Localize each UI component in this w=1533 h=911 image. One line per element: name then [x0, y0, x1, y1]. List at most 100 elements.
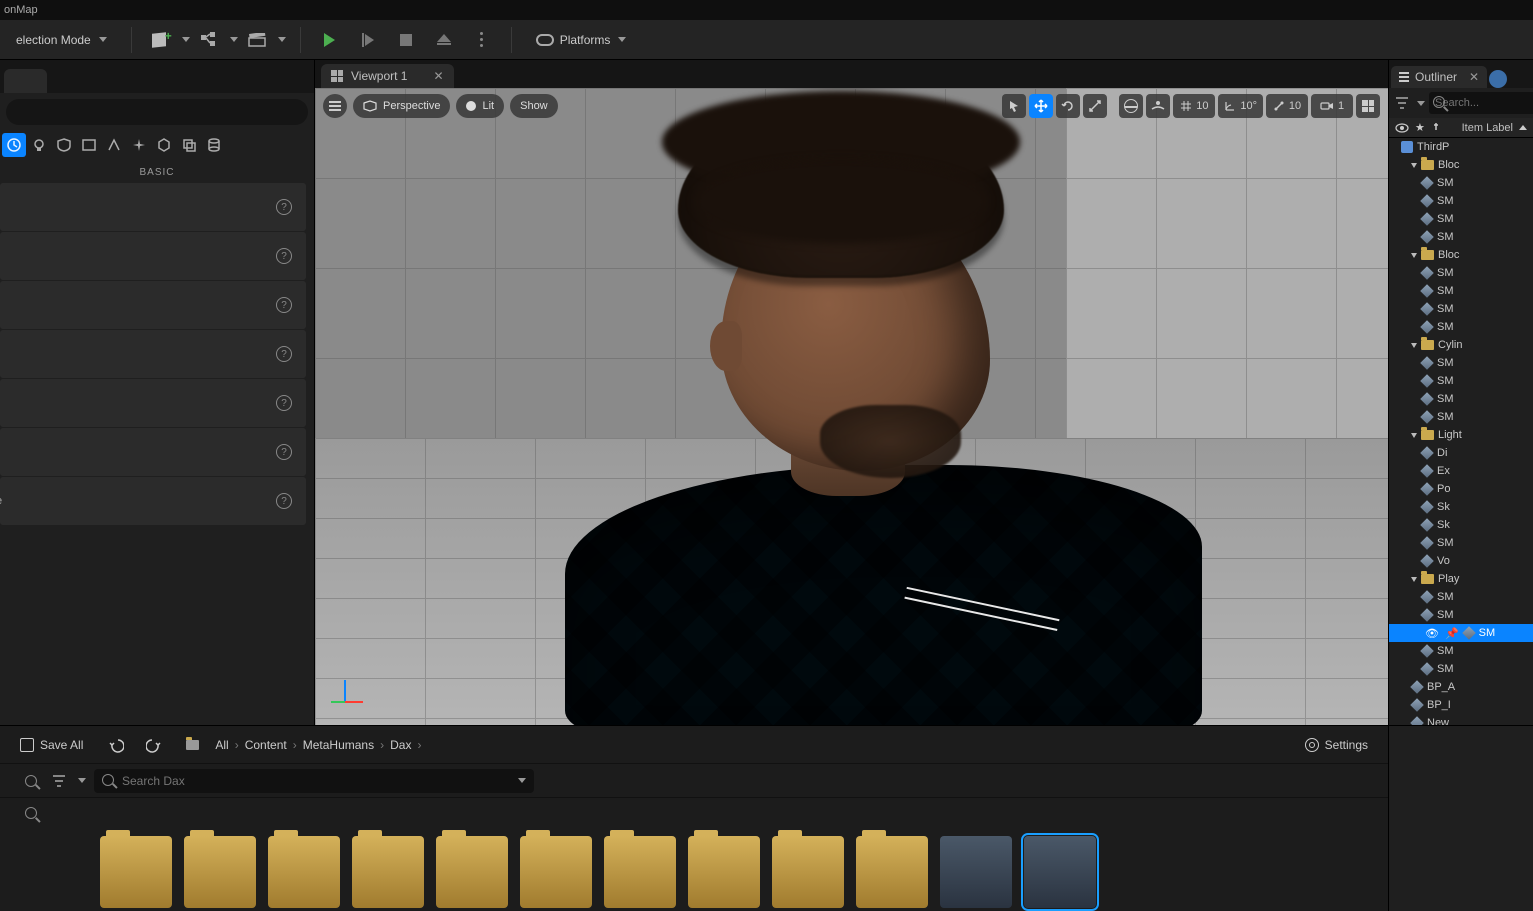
- category-geometry[interactable]: [127, 133, 151, 157]
- viewport-3d[interactable]: Perspective Lit Show 10 10° 10 1: [315, 88, 1388, 725]
- outliner-row[interactable]: Bloc: [1389, 246, 1533, 264]
- outliner-row[interactable]: SM: [1389, 264, 1533, 282]
- eye-icon[interactable]: 👁: [1425, 627, 1439, 640]
- folder-thumb[interactable]: [100, 836, 172, 908]
- grid-snap[interactable]: 10: [1173, 94, 1215, 118]
- outliner-tree[interactable]: ThirdPBlocSMSMSMSMBlocSMSMSMSMCylinSMSMS…: [1389, 138, 1533, 725]
- filter-button[interactable]: [1393, 94, 1411, 112]
- folder-thumb[interactable]: [520, 836, 592, 908]
- select-tool[interactable]: [1002, 94, 1026, 118]
- outliner-row[interactable]: New: [1389, 714, 1533, 725]
- disclosure-icon[interactable]: [1411, 577, 1417, 582]
- breadcrumb-item[interactable]: MetaHumans: [303, 738, 374, 752]
- platforms-dropdown[interactable]: Platforms: [526, 26, 637, 54]
- close-tab-button[interactable]: ✕: [433, 69, 443, 83]
- lit-dropdown[interactable]: Lit: [456, 94, 504, 118]
- scale-tool[interactable]: [1083, 94, 1107, 118]
- surface-snap-toggle[interactable]: [1146, 94, 1170, 118]
- settings-button[interactable]: Settings: [1295, 732, 1378, 758]
- outliner-row[interactable]: Light: [1389, 426, 1533, 444]
- outliner-row[interactable]: SM: [1389, 300, 1533, 318]
- left-panel-tab[interactable]: [4, 69, 47, 93]
- filter-button[interactable]: [50, 772, 68, 790]
- outliner-row[interactable]: Bloc: [1389, 156, 1533, 174]
- eye-icon[interactable]: [1395, 123, 1409, 133]
- cinematics-button[interactable]: [242, 26, 272, 54]
- outliner-header[interactable]: ★ Item Label: [1389, 118, 1533, 138]
- category-all[interactable]: [177, 133, 201, 157]
- help-icon[interactable]: ?: [276, 395, 292, 411]
- outliner-row[interactable]: SM: [1389, 282, 1533, 300]
- actor-row[interactable]: ?: [0, 379, 306, 427]
- help-icon[interactable]: ?: [276, 199, 292, 215]
- chevron-down-icon[interactable]: [78, 778, 86, 783]
- disclosure-icon[interactable]: [1411, 433, 1417, 438]
- actor-row[interactable]: ?: [0, 183, 306, 231]
- history-forward-button[interactable]: [139, 731, 169, 759]
- outliner-row[interactable]: SM: [1389, 390, 1533, 408]
- outliner-row[interactable]: 👁📌SM: [1389, 624, 1533, 642]
- play-button[interactable]: [315, 26, 345, 54]
- chevron-down-icon[interactable]: [518, 778, 526, 783]
- pin-icon[interactable]: [1431, 122, 1441, 134]
- left-search[interactable]: [6, 99, 308, 125]
- show-dropdown[interactable]: Show: [510, 94, 558, 118]
- camera-speed[interactable]: 1: [1311, 94, 1353, 118]
- help-icon[interactable]: ?: [276, 297, 292, 313]
- outliner-row[interactable]: SM: [1389, 210, 1533, 228]
- help-icon[interactable]: ?: [276, 248, 292, 264]
- actor-row[interactable]: e?: [0, 477, 306, 525]
- chevron-down-icon[interactable]: [182, 37, 190, 42]
- category-basic[interactable]: [27, 133, 51, 157]
- star-icon[interactable]: ★: [1415, 121, 1425, 134]
- outliner-row[interactable]: SM: [1389, 534, 1533, 552]
- folder-thumb[interactable]: [268, 836, 340, 908]
- translate-tool[interactable]: [1029, 94, 1053, 118]
- step-button[interactable]: [353, 26, 383, 54]
- angle-snap[interactable]: 10°: [1218, 94, 1263, 118]
- viewport-options-button[interactable]: [323, 94, 347, 118]
- category-cinematic[interactable]: [77, 133, 101, 157]
- outliner-tab[interactable]: Outliner ✕: [1391, 66, 1487, 88]
- close-tab-button[interactable]: ✕: [1469, 70, 1479, 84]
- folder-thumb[interactable]: [688, 836, 760, 908]
- outliner-row[interactable]: Cylin: [1389, 336, 1533, 354]
- outliner-row[interactable]: Po: [1389, 480, 1533, 498]
- play-options-button[interactable]: [467, 26, 497, 54]
- viewport-tab[interactable]: Viewport 1 ✕: [321, 64, 454, 88]
- outliner-row[interactable]: Sk: [1389, 498, 1533, 516]
- history-back-button[interactable]: [101, 731, 131, 759]
- blueprints-button[interactable]: [194, 26, 224, 54]
- outliner-row[interactable]: ThirdP: [1389, 138, 1533, 156]
- breadcrumb-item[interactable]: Dax: [390, 738, 411, 752]
- chevron-down-icon[interactable]: [278, 37, 286, 42]
- folder-thumb[interactable]: [604, 836, 676, 908]
- perspective-dropdown[interactable]: Perspective: [353, 94, 450, 118]
- category-visual[interactable]: [102, 133, 126, 157]
- outliner-row[interactable]: Sk: [1389, 516, 1533, 534]
- asset-thumb-selected[interactable]: [1024, 836, 1096, 908]
- category-volumes[interactable]: [152, 133, 176, 157]
- outliner-row[interactable]: Vo: [1389, 552, 1533, 570]
- asset-grid[interactable]: [0, 828, 1388, 911]
- folder-thumb[interactable]: [184, 836, 256, 908]
- outliner-row[interactable]: SM: [1389, 606, 1533, 624]
- actor-row[interactable]: ?: [0, 330, 306, 378]
- outliner-row[interactable]: SM: [1389, 408, 1533, 426]
- outliner-row[interactable]: SM: [1389, 642, 1533, 660]
- viewport-layout-button[interactable]: [1356, 94, 1380, 118]
- folder-thumb[interactable]: [352, 836, 424, 908]
- actor-row[interactable]: ?: [0, 281, 306, 329]
- chevron-down-icon[interactable]: [230, 37, 238, 42]
- outliner-row[interactable]: SM: [1389, 588, 1533, 606]
- category-extra[interactable]: [202, 133, 226, 157]
- help-icon[interactable]: ?: [276, 493, 292, 509]
- world-settings-tab[interactable]: [1489, 70, 1507, 88]
- stop-button[interactable]: [391, 26, 421, 54]
- disclosure-icon[interactable]: [1411, 343, 1417, 348]
- actor-row[interactable]: ?: [0, 428, 306, 476]
- disclosure-icon[interactable]: [1411, 253, 1417, 258]
- eject-button[interactable]: [429, 26, 459, 54]
- outliner-row[interactable]: BP_I: [1389, 696, 1533, 714]
- outliner-row[interactable]: SM: [1389, 660, 1533, 678]
